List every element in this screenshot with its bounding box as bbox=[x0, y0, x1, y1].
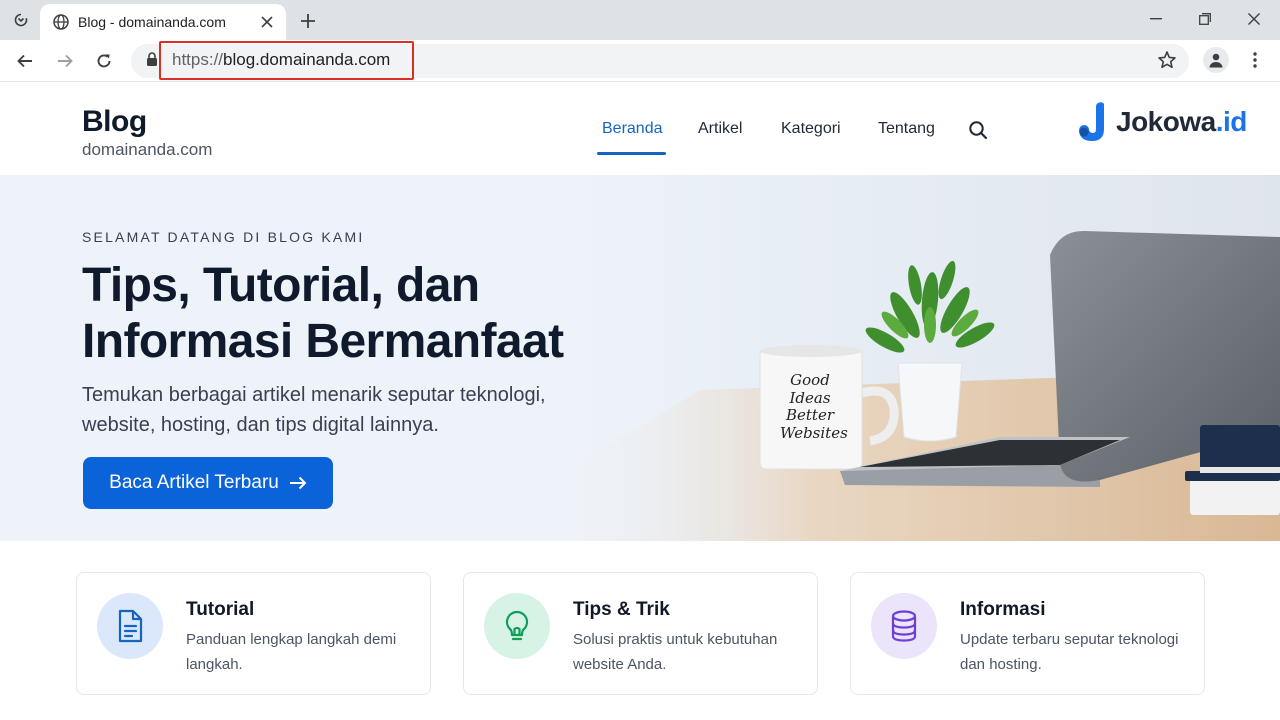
tab-title: Blog - domainanda.com bbox=[78, 14, 226, 30]
forward-icon[interactable] bbox=[51, 47, 79, 75]
bookmark-star-icon[interactable] bbox=[1156, 49, 1178, 71]
card-description-line: Update terbaru seputar teknologi bbox=[960, 631, 1179, 648]
browser-tab[interactable]: Blog - domainanda.com bbox=[40, 4, 286, 40]
document-icon bbox=[97, 593, 163, 659]
profile-avatar-icon[interactable] bbox=[1203, 47, 1229, 73]
tab-close-icon[interactable] bbox=[258, 13, 276, 31]
url-highlight-box bbox=[159, 41, 414, 80]
card-description-line: Panduan lengkap langkah demi bbox=[186, 631, 397, 648]
card-description: Update terbaru seputar teknologi dan hos… bbox=[960, 627, 1190, 677]
nav-item-tentang[interactable]: Tentang bbox=[878, 120, 935, 138]
card-description-line: website Anda. bbox=[573, 656, 667, 673]
restore-icon[interactable] bbox=[1182, 6, 1228, 32]
nav-active-indicator bbox=[597, 152, 666, 155]
mug-text-line: Websites bbox=[780, 423, 848, 442]
mug-text-line: Good bbox=[790, 371, 830, 389]
hero-description-line: Temukan berbagai artikel menarik seputar… bbox=[82, 384, 546, 406]
card-description-line: dan hosting. bbox=[960, 656, 1042, 673]
tab-search-icon[interactable] bbox=[10, 9, 32, 31]
logo-text: Jokowa.id bbox=[1116, 106, 1247, 138]
hero-title-line: Tips, Tutorial, dan bbox=[82, 259, 480, 312]
nav-item-kategori[interactable]: Kategori bbox=[781, 120, 841, 138]
back-icon[interactable] bbox=[11, 47, 39, 75]
lock-icon[interactable] bbox=[146, 52, 160, 68]
browser-menu-icon[interactable] bbox=[1244, 49, 1266, 71]
mug-text-line: Better bbox=[785, 406, 834, 424]
card-title: Tips & Trik bbox=[573, 599, 670, 620]
globe-icon bbox=[52, 13, 70, 31]
arrow-right-icon bbox=[289, 476, 307, 490]
card-description: Panduan lengkap langkah demi langkah. bbox=[186, 627, 416, 677]
minimize-icon[interactable] bbox=[1133, 6, 1179, 32]
mug-text-line: Ideas bbox=[789, 388, 831, 407]
read-latest-articles-button[interactable]: Baca Artikel Terbaru bbox=[83, 457, 333, 509]
lightbulb-icon bbox=[484, 593, 550, 659]
hero-title: Tips, Tutorial, dan Informasi Bermanfaat bbox=[82, 258, 642, 370]
jokowa-logo-mark-icon bbox=[1079, 102, 1104, 141]
jokowa-logo[interactable]: Jokowa.id bbox=[1076, 101, 1247, 143]
database-icon bbox=[871, 593, 937, 659]
search-icon[interactable] bbox=[967, 119, 989, 141]
card-description-line: langkah. bbox=[186, 656, 243, 673]
card-title: Tutorial bbox=[186, 599, 255, 620]
hero-description: Temukan berbagai artikel menarik seputar… bbox=[82, 380, 602, 440]
hero-description-line: website, hosting, dan tips digital lainn… bbox=[82, 414, 439, 436]
hero-title-line: Informasi Bermanfaat bbox=[82, 315, 564, 368]
card-description-line: Solusi praktis untuk kebutuhan bbox=[573, 631, 778, 648]
new-tab-icon[interactable] bbox=[296, 9, 320, 33]
site-brand-subtitle: domainanda.com bbox=[82, 140, 213, 159]
site-brand-title[interactable]: Blog bbox=[82, 105, 147, 139]
category-card-tutorial[interactable]: Tutorial Panduan lengkap langkah demi la… bbox=[76, 572, 431, 695]
close-window-icon[interactable] bbox=[1231, 6, 1277, 32]
logo-text-suffix: .id bbox=[1215, 106, 1248, 137]
browser-tab-bar: Blog - domainanda.com bbox=[0, 0, 1280, 40]
card-title: Informasi bbox=[960, 599, 1046, 620]
nav-item-artikel[interactable]: Artikel bbox=[698, 120, 742, 138]
cta-label: Baca Artikel Terbaru bbox=[109, 472, 279, 493]
nav-item-beranda[interactable]: Beranda bbox=[602, 120, 663, 138]
mug-text: Good Ideas Better Websites bbox=[780, 371, 848, 442]
category-card-informasi[interactable]: Informasi Update terbaru seputar teknolo… bbox=[850, 572, 1205, 695]
logo-text-main: Jokowa bbox=[1116, 106, 1216, 137]
reload-icon[interactable] bbox=[90, 47, 118, 75]
card-description: Solusi praktis untuk kebutuhan website A… bbox=[573, 627, 803, 677]
category-card-tips-trik[interactable]: Tips & Trik Solusi praktis untuk kebutuh… bbox=[463, 572, 818, 695]
hero-eyebrow: SELAMAT DATANG DI BLOG KAMI bbox=[82, 229, 365, 245]
